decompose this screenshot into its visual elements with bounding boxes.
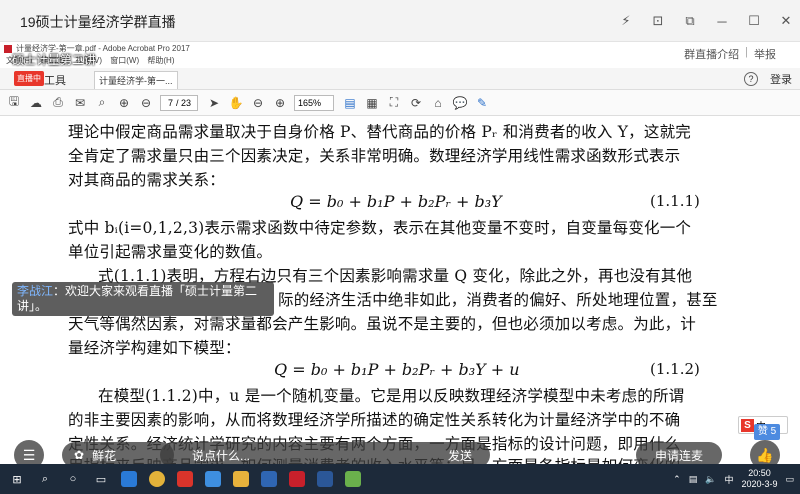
text-line: 际的经济生活中绝非如此，消费者的偏好、所处地理位置，甚至 <box>278 291 718 309</box>
acrobat-icon[interactable] <box>286 468 308 490</box>
page-number-input[interactable]: 7 / 23 <box>160 94 198 111</box>
fullscreen-icon[interactable]: ⛶ <box>386 95 402 111</box>
network-icon[interactable]: ▤ <box>689 474 698 485</box>
tray-arrow-icon[interactable]: ⌃ <box>673 474 681 485</box>
email-icon[interactable]: ✉ <box>72 95 88 111</box>
connect-label: 申请连麦 <box>654 448 703 463</box>
flower-icon: ✿ <box>74 448 85 462</box>
flower-label: 鲜花 <box>92 448 117 463</box>
rotate-icon[interactable]: ⟳ <box>408 95 424 111</box>
chat-message: 李战江：欢迎大家来观看直播「硕士计量第二讲」。 <box>12 282 274 316</box>
fit-page-icon[interactable]: ▤ <box>342 95 358 111</box>
word-icon[interactable] <box>314 468 336 490</box>
separator: | <box>745 46 748 58</box>
sogou-icon: S <box>741 418 754 432</box>
edge-icon[interactable] <box>118 468 140 490</box>
chrome-icon[interactable] <box>146 468 168 490</box>
chat-text: ：欢迎大家来观看直播「硕士计量第二讲」。 <box>17 284 258 313</box>
text-line: 量经济学构建如下模型： <box>68 339 241 357</box>
chat-app-icon[interactable] <box>342 468 364 490</box>
select-arrow-icon[interactable]: ➤ <box>206 95 222 111</box>
flash-icon[interactable]: ⚡ <box>612 0 640 42</box>
screen-share-area: 计量经济学-第一章.pdf - Adobe Acrobat Pro 2017 文… <box>0 42 800 464</box>
pdf-icon <box>4 45 12 53</box>
task-view-icon[interactable]: ▭ <box>90 468 112 490</box>
comment-icon[interactable]: 💬 <box>452 95 468 111</box>
cortana-icon[interactable]: ○ <box>62 468 84 490</box>
text-line: 对其商品的需求关系： <box>68 171 226 189</box>
stamp-icon[interactable]: ⌂ <box>430 95 446 111</box>
group-intro-link[interactable]: 群直播介绍 <box>684 46 739 62</box>
windows-taskbar: ⊞ ⌕ ○ ▭ ⌃ ▤ 🔈 中 20:50 2020-3-9 ▭ <box>0 464 800 494</box>
taskbar-ime[interactable]: 中 <box>724 473 733 486</box>
likes-badge[interactable]: 赞 5 <box>754 424 780 440</box>
qq-icon[interactable] <box>174 468 196 490</box>
clock-time: 20:50 <box>748 468 771 478</box>
window-title: 19硕士计量经济学群直播 <box>20 14 176 30</box>
zoom-select[interactable]: 165% <box>294 94 334 111</box>
login-button[interactable]: 登录 <box>770 71 792 87</box>
tab-tools[interactable]: 工具 <box>44 72 66 88</box>
app-window: 19硕士计量经济学群直播 ⚡ ⊡ ⧉ ─ ☐ ✕ 计量经济学-第一章.pdf -… <box>0 0 800 494</box>
group-links: 群直播介绍 | 举报 <box>684 46 776 62</box>
acrobat-menu-bar: 文件(F) 编辑(E) 视图(V) 窗口(W) 帮助(H) <box>0 54 800 68</box>
text-line: 全肯定了需求量只由三个因素决定，关系非常明确。数理经济学用线性需求函数形式表示 <box>68 147 681 165</box>
windows-start-icon[interactable]: ⊞ <box>6 468 28 490</box>
maximize-button[interactable]: ☐ <box>740 0 768 42</box>
close-button[interactable]: ✕ <box>772 0 800 42</box>
highlight-icon[interactable]: ✎ <box>474 95 490 111</box>
equation-number: (1.1.1) <box>650 192 700 210</box>
search-icon[interactable]: ⌕ <box>94 95 110 111</box>
volume-icon[interactable]: 🔈 <box>705 474 716 485</box>
print-icon[interactable]: ⎙ <box>50 95 66 111</box>
comment-placeholder: 说点什么... <box>192 448 251 463</box>
send-label: 发送 <box>447 448 472 463</box>
scroll-mode-icon[interactable]: ▦ <box>364 95 380 111</box>
acrobat-tabs: 直播中 工具 计量经济学-第一... ? 登录 <box>0 68 800 90</box>
equation: Q = b₀ + b₁P + b₂Pᵣ + b₃Y <box>290 192 502 211</box>
next-page-icon[interactable]: ⊖ <box>138 95 154 111</box>
menu-window[interactable]: 窗口(W) <box>110 56 139 65</box>
page-current: 7 <box>167 97 173 108</box>
save-icon[interactable]: 🖫 <box>6 94 22 111</box>
text-line: 单位引起需求量变化的数值。 <box>68 243 273 261</box>
page-total: / 23 <box>175 97 191 108</box>
equation: Q = b₀ + b₁P + b₂Pᵣ + b₃Y + u <box>274 360 520 379</box>
menu-help[interactable]: 帮助(H) <box>147 56 174 65</box>
popout-icon[interactable]: ⧉ <box>676 0 704 42</box>
chat-user: 李战江 <box>17 284 54 298</box>
clock[interactable]: 20:50 2020-3-9 <box>741 468 777 490</box>
tab-document[interactable]: 计量经济学-第一... <box>94 71 178 89</box>
zoom-in-icon[interactable]: ⊕ <box>272 95 288 111</box>
window-controls: ⚡ ⊡ ⧉ ─ ☐ ✕ <box>608 0 800 42</box>
minimize-button[interactable]: ─ <box>708 0 736 42</box>
prev-page-icon[interactable]: ⊕ <box>116 95 132 111</box>
share-screen-icon[interactable]: ⊡ <box>644 0 672 42</box>
live-badge: 直播中 <box>14 71 44 86</box>
zoom-out-icon[interactable]: ⊖ <box>250 95 266 111</box>
tabs-right: ? 登录 <box>744 71 792 87</box>
report-link[interactable]: 举报 <box>754 46 776 62</box>
help-icon[interactable]: ? <box>744 72 758 86</box>
acrobat-toolbar: 🖫 ☁ ⎙ ✉ ⌕ ⊕ ⊖ 7 / 23 ➤ ✋ ⊖ ⊕ 165% ▤ ▦ ⛶ … <box>0 90 800 116</box>
folder-icon[interactable] <box>230 468 252 490</box>
clock-date: 2020-3-9 <box>741 479 778 489</box>
system-tray: ⌃ ▤ 🔈 中 20:50 2020-3-9 ▭ <box>673 464 794 494</box>
equation-number: (1.1.2) <box>650 360 700 378</box>
search-icon[interactable]: ⌕ <box>34 468 56 490</box>
app-icon[interactable] <box>202 468 224 490</box>
text-line: 的非主要因素的影响，从而将数理经济学所描述的确定性关系转化为计量经济学中的不确 <box>68 411 681 429</box>
text-line: 在模型(1.1.2)中，u 是一个随机变量。它是用以反映数理经济学模型中未考虑的… <box>98 387 685 405</box>
hand-icon[interactable]: ✋ <box>228 95 244 111</box>
notification-icon[interactable]: ▭ <box>785 474 794 485</box>
stream-name: 硕士计量第二讲 <box>12 53 97 67</box>
upload-icon[interactable]: ☁ <box>28 95 44 111</box>
text-line: 理论中假定商品需求量取决于自身价格 P、替代商品的价格 Pᵣ 和消费者的收入 Y… <box>68 123 691 141</box>
store-icon[interactable] <box>258 468 280 490</box>
text-line: 式中 bᵢ(i=0,1,2,3)表示需求函数中待定参数，表示在其他变量不变时，自… <box>68 219 692 237</box>
window-title-bar: 19硕士计量经济学群直播 ⚡ ⊡ ⧉ ─ ☐ ✕ <box>0 0 800 42</box>
